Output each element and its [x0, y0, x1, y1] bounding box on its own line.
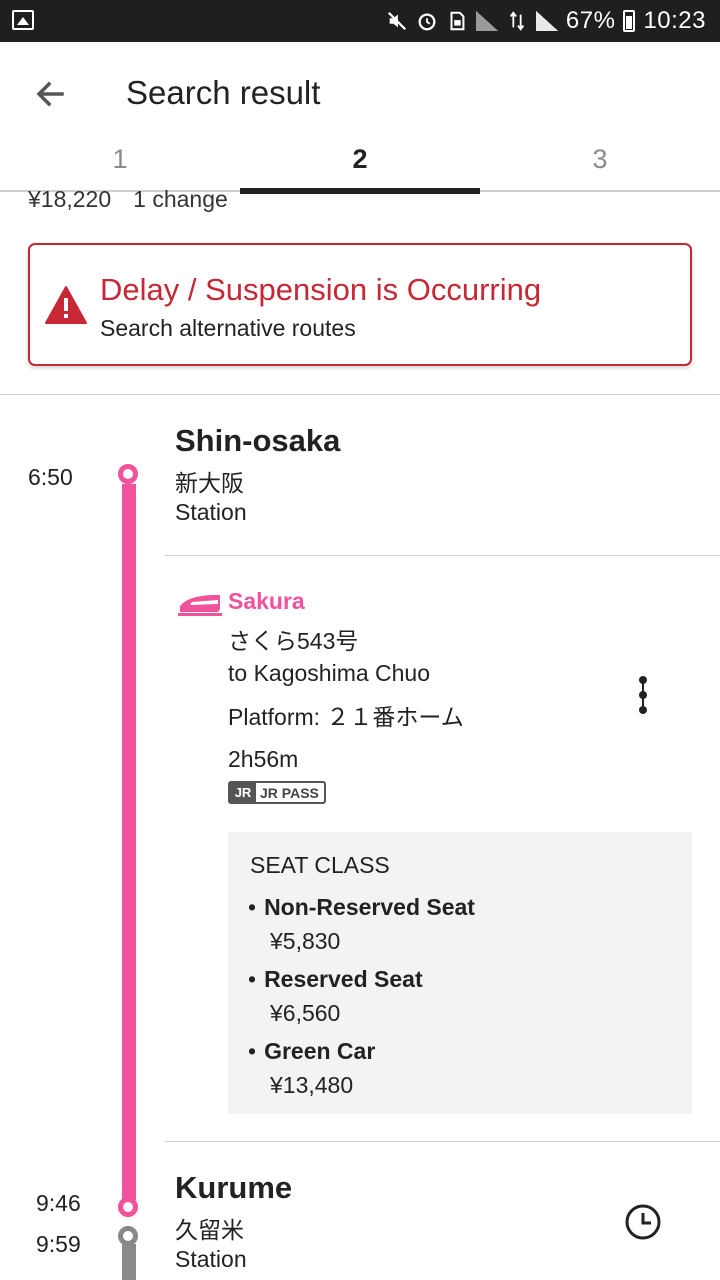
data-arrows-icon — [509, 11, 525, 31]
battery-percent: 67% — [565, 7, 616, 34]
seat-class-title: SEAT CLASS — [250, 852, 390, 878]
warning-icon — [45, 286, 87, 324]
seat-option-price: ¥5,830 — [270, 928, 341, 954]
seat-option-price: ¥6,560 — [270, 1000, 341, 1026]
shinkansen-icon — [178, 595, 222, 616]
transfer-departure-time: 9:59 — [36, 1231, 81, 1257]
station-divider — [165, 1141, 720, 1142]
jr-logo: JR — [230, 783, 256, 802]
clock-icon[interactable] — [624, 1203, 662, 1241]
gallery-notification-icon — [12, 10, 34, 30]
arrival-time: 9:46 — [36, 1190, 81, 1216]
route-summary: ¥18,220 1 change — [28, 186, 250, 213]
mute-icon — [387, 11, 406, 31]
status-icons: 67% 10:23 — [386, 7, 706, 35]
train-name: Sakura — [228, 588, 305, 614]
back-arrow-icon[interactable] — [30, 74, 70, 114]
change-count: 1 change — [133, 186, 228, 212]
train-number: さくら543号 — [228, 628, 359, 654]
seat-option-price: ¥13,480 — [270, 1072, 354, 1098]
seat-option-name: Reserved Seat — [264, 966, 423, 992]
tab-route-2[interactable]: 2 — [240, 138, 480, 194]
app-bar: Search result 1 2 3 — [0, 42, 720, 194]
route-line-gray — [122, 1244, 136, 1280]
more-options-icon[interactable] — [634, 675, 652, 715]
sim-icon — [450, 11, 465, 31]
origin-station-name[interactable]: Shin-osaka — [175, 423, 340, 459]
jr-pass-badge: JR JR PASS — [228, 781, 326, 804]
signal-strength-icon — [535, 11, 558, 31]
alert-subtitle: Search alternative routes — [100, 315, 356, 341]
alarm-icon — [418, 13, 436, 31]
train-destination: to Kagoshima Chuo — [228, 660, 431, 686]
route-tabs: 1 2 3 — [0, 138, 720, 194]
tab-route-1[interactable]: 1 — [0, 138, 240, 192]
seat-option-name: Green Car — [264, 1038, 376, 1064]
section-divider — [0, 394, 720, 395]
battery-icon — [623, 10, 636, 32]
seat-option-non-reserved: • Non-Reserved Seat ¥5,830 — [248, 894, 475, 954]
seat-class-panel: SEAT CLASS • Non-Reserved Seat ¥5,830 • Re… — [228, 832, 692, 1114]
station-divider — [165, 555, 720, 556]
status-bar: 67% 10:23 — [0, 0, 720, 42]
train-platform: Platform: ２１番ホーム — [228, 704, 464, 730]
arrival-station-marker — [118, 1197, 138, 1217]
alert-title: Delay / Suspension is Occurring — [100, 272, 542, 307]
total-fare: ¥18,220 — [28, 186, 112, 212]
seat-option-name: Non-Reserved Seat — [264, 894, 475, 920]
transfer-station-marker — [118, 1226, 138, 1246]
signal-icon — [475, 11, 498, 31]
destination-station-name[interactable]: Kurume — [175, 1170, 292, 1206]
origin-station-type: Station — [175, 499, 247, 525]
seat-option-green-car: • Green Car ¥13,480 — [248, 1038, 376, 1098]
page-title: Search result — [126, 74, 321, 111]
destination-station-type: Station — [175, 1246, 247, 1272]
jr-pass-label: JR PASS — [260, 784, 319, 801]
origin-station-marker — [118, 464, 138, 484]
destination-station-name-ja: 久留米 — [175, 1217, 244, 1243]
tab-route-3[interactable]: 3 — [480, 138, 720, 192]
origin-station-name-ja: 新大阪 — [175, 470, 244, 496]
delay-alert-card[interactable]: Delay / Suspension is Occurring Search a… — [28, 243, 692, 366]
route-line-pink — [122, 484, 136, 1200]
departure-time: 6:50 — [28, 464, 73, 490]
clock-time: 10:23 — [643, 7, 706, 34]
travel-duration: 2h56m — [228, 746, 299, 772]
seat-option-reserved: • Reserved Seat ¥6,560 — [248, 966, 423, 1026]
